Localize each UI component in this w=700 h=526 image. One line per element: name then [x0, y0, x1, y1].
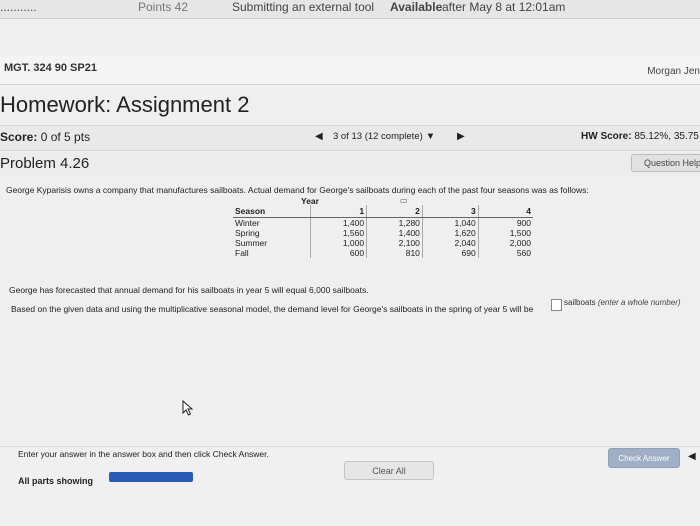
- available-label: Available: [390, 0, 443, 14]
- forecast-text: George has forecasted that annual demand…: [9, 285, 369, 295]
- answer-input[interactable]: [551, 299, 562, 311]
- user-name-link[interactable]: Morgan Jen: [647, 66, 700, 77]
- demand-cell: 690: [421, 248, 479, 258]
- season-cell: Summer: [235, 238, 268, 248]
- demand-cell: 900: [477, 217, 533, 228]
- table-row: Fall 600 810 690 560: [233, 248, 533, 258]
- demand-cell: 1,000: [310, 238, 367, 248]
- caret-down-icon: ▼: [425, 130, 436, 142]
- check-answer-button[interactable]: Check Answer: [608, 448, 680, 468]
- demand-cell: 600: [310, 248, 367, 258]
- prev-question-button[interactable]: ◀: [315, 131, 323, 142]
- parts-showing-label: All parts showing: [18, 476, 94, 486]
- table-row: Winter 1,400 1,280 1,040 900: [233, 217, 533, 228]
- answer-unit: sailboats: [564, 298, 596, 307]
- season-cell: Winter: [235, 218, 260, 228]
- demand-cell: 810: [366, 248, 423, 258]
- homework-title: Homework: Assignment 2: [0, 92, 250, 117]
- mouse-cursor-icon: [182, 399, 194, 421]
- column-header: 4: [477, 205, 533, 218]
- instruction-text: Enter your answer in the answer box and …: [18, 449, 269, 459]
- problem-bar: [0, 152, 700, 176]
- demand-cell: 1,560: [310, 228, 367, 238]
- problem-title: Problem 4.26: [0, 155, 90, 172]
- column-header: 3: [421, 205, 479, 218]
- season-cell: Spring: [235, 228, 260, 238]
- question-progress-dropdown[interactable]: 3 of 13 (12 complete) ▼: [333, 128, 447, 144]
- available-date: after May 8 at 12:01am: [442, 0, 566, 14]
- answer-format-hint: (enter a whole number): [597, 298, 681, 307]
- question-help-button[interactable]: Question Help: [631, 154, 700, 172]
- top-fragment: ...........: [0, 0, 37, 14]
- clear-all-button[interactable]: Clear All: [344, 461, 434, 480]
- arrow-right-icon: ▶: [457, 131, 465, 142]
- course-bar: [0, 56, 700, 85]
- demand-cell: 1,400: [366, 228, 423, 238]
- footer-nav-button[interactable]: ◀: [688, 451, 696, 462]
- question-progress: 3 of 13 (12 complete): [333, 130, 423, 142]
- demand-cell: 1,040: [421, 217, 479, 228]
- table-header-row: Season 1 2 3 4: [233, 205, 533, 218]
- arrow-left-icon: ◀: [315, 131, 323, 142]
- hw-score-display: HW Score: 85.12%, 35.75: [581, 131, 699, 142]
- arrow-left-icon: ◀: [688, 451, 696, 462]
- table-menu-icon[interactable]: ▭: [400, 196, 408, 205]
- table-row: Summer 1,000 2,100 2,040 2,000: [233, 238, 533, 248]
- table-row: Spring 1,560 1,400 1,620 1,500: [233, 228, 533, 238]
- parts-progress-bar: [109, 472, 193, 482]
- demand-cell: 2,100: [366, 238, 423, 248]
- score-value: 0 of 5 pts: [40, 130, 91, 144]
- demand-cell: 1,280: [366, 217, 423, 228]
- column-header: Season: [233, 205, 311, 218]
- question-text: Based on the given data and using the mu…: [11, 304, 534, 314]
- demand-cell: 1,400: [310, 217, 367, 228]
- demand-cell: 2,040: [421, 238, 479, 248]
- demand-cell: 1,620: [421, 228, 479, 238]
- demand-cell: 2,000: [477, 238, 533, 248]
- season-cell: Fall: [235, 248, 249, 258]
- demand-cell: 560: [477, 248, 533, 258]
- column-header: 1: [310, 205, 367, 218]
- answer-hint: sailboats (enter a whole number): [564, 298, 681, 307]
- problem-intro: George Kyparisis owns a company that man…: [6, 185, 589, 195]
- demand-table: Season 1 2 3 4 Winter 1,400 1,280 1,040 …: [233, 205, 533, 258]
- demand-cell: 1,500: [477, 228, 533, 238]
- submitting-label: Submitting an external tool: [232, 0, 375, 14]
- course-code: MGT. 324 90 SP21: [4, 62, 97, 74]
- points-label: Points 42: [138, 0, 189, 14]
- score-label: Score:: [0, 130, 38, 144]
- next-question-button[interactable]: ▶: [457, 131, 465, 142]
- score-display: Score: 0 of 5 pts: [0, 130, 90, 144]
- hw-score-value: 85.12%, 35.75: [634, 131, 699, 142]
- column-header: 2: [366, 205, 423, 218]
- hw-score-label: HW Score:: [581, 131, 632, 142]
